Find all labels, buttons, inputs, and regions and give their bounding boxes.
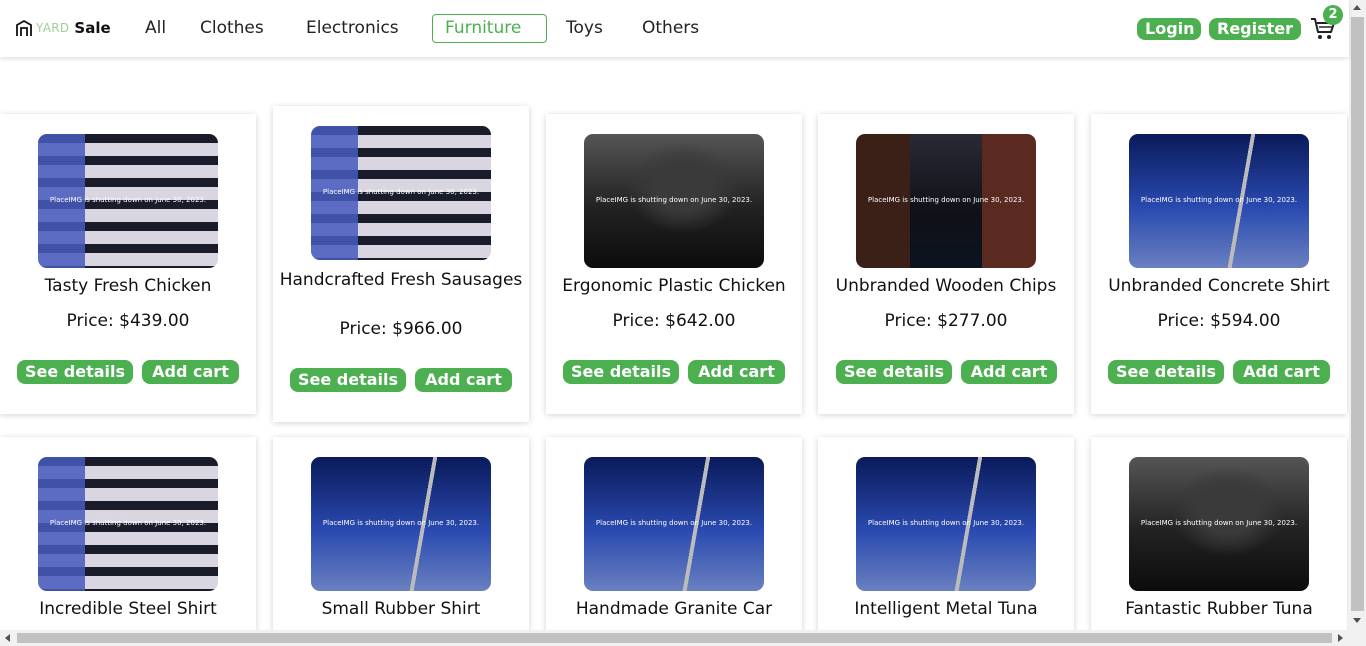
add-cart-button[interactable]: Add cart (142, 360, 239, 384)
brand-logo[interactable]: YARD Sale (15, 17, 111, 39)
image-caption: PlaceIMG is shutting down on June 30, 20… (322, 519, 480, 527)
product-title: Unbranded Concrete Shirt (1108, 276, 1330, 296)
image-caption: PlaceIMG is shutting down on June 30, 20… (1140, 519, 1298, 527)
product-title: Fantastic Rubber Tuna (1125, 599, 1313, 619)
product-card: PlaceIMG is shutting down on June 30, 20… (1091, 437, 1347, 646)
image-caption: PlaceIMG is shutting down on June 30, 20… (595, 519, 753, 527)
top-navbar: YARD Sale All Clothes Electronics Furnit… (0, 0, 1349, 57)
image-caption: PlaceIMG is shutting down on June 30, 20… (49, 196, 207, 204)
register-button[interactable]: Register (1209, 18, 1301, 40)
category-furniture[interactable]: Furniture (432, 14, 547, 43)
cart-count-badge: 2 (1323, 5, 1343, 25)
product-image[interactable]: PlaceIMG is shutting down on June 30, 20… (1129, 134, 1309, 268)
category-clothes[interactable]: Clothes (188, 14, 276, 43)
product-title: Small Rubber Shirt (321, 599, 481, 619)
add-cart-button[interactable]: Add cart (688, 360, 785, 384)
see-details-button[interactable]: See details (563, 360, 679, 384)
category-all[interactable]: All (133, 14, 178, 43)
see-details-button[interactable]: See details (1108, 360, 1224, 384)
category-others[interactable]: Others (630, 14, 711, 43)
product-image[interactable]: PlaceIMG is shutting down on June 30, 20… (311, 457, 491, 591)
add-cart-button[interactable]: Add cart (415, 368, 512, 392)
vertical-scroll-thumb[interactable] (1351, 17, 1364, 611)
image-caption: PlaceIMG is shutting down on June 30, 20… (49, 519, 207, 527)
product-card: PlaceIMG is shutting down on June 30, 20… (273, 106, 529, 422)
product-title: Ergonomic Plastic Chicken (562, 276, 786, 296)
product-price: Price: $966.00 (339, 319, 463, 339)
product-card: PlaceIMG is shutting down on June 30, 20… (546, 437, 802, 646)
horizontal-scroll-thumb[interactable] (17, 633, 1332, 643)
product-card: PlaceIMG is shutting down on June 30, 20… (273, 437, 529, 646)
scroll-left-arrow-icon[interactable] (5, 634, 10, 642)
product-card: PlaceIMG is shutting down on June 30, 20… (546, 114, 802, 414)
see-details-button[interactable]: See details (290, 368, 406, 392)
product-image[interactable]: PlaceIMG is shutting down on June 30, 20… (584, 457, 764, 591)
product-price: Price: $439.00 (66, 311, 190, 331)
horizontal-scrollbar[interactable] (0, 630, 1349, 646)
product-image[interactable]: PlaceIMG is shutting down on June 30, 20… (311, 126, 491, 260)
product-price: Price: $594.00 (1157, 311, 1281, 331)
category-electronics[interactable]: Electronics (294, 14, 411, 43)
product-price: Price: $642.00 (612, 311, 736, 331)
product-image[interactable]: PlaceIMG is shutting down on June 30, 20… (38, 457, 218, 591)
category-toys[interactable]: Toys (554, 14, 615, 43)
add-cart-button[interactable]: Add cart (961, 360, 1057, 384)
image-caption: PlaceIMG is shutting down on June 30, 20… (867, 519, 1025, 527)
product-image[interactable]: PlaceIMG is shutting down on June 30, 20… (1129, 457, 1309, 591)
house-icon (16, 19, 32, 36)
product-card: PlaceIMG is shutting down on June 30, 20… (1091, 114, 1347, 414)
brand-yard-text: YARD (36, 21, 70, 35)
product-card: PlaceIMG is shutting down on June 30, 20… (0, 114, 256, 414)
login-button[interactable]: Login (1137, 18, 1201, 40)
product-price: Price: $277.00 (884, 311, 1008, 331)
product-image[interactable]: PlaceIMG is shutting down on June 30, 20… (856, 457, 1036, 591)
product-card: PlaceIMG is shutting down on June 30, 20… (818, 114, 1074, 414)
scroll-down-arrow-icon[interactable] (1353, 618, 1361, 623)
image-caption: PlaceIMG is shutting down on June 30, 20… (595, 196, 753, 204)
image-caption: PlaceIMG is shutting down on June 30, 20… (867, 196, 1025, 204)
scroll-up-arrow-icon[interactable] (1353, 5, 1361, 10)
product-card: PlaceIMG is shutting down on June 30, 20… (818, 437, 1074, 646)
add-cart-button[interactable]: Add cart (1233, 360, 1330, 384)
product-card: PlaceIMG is shutting down on June 30, 20… (0, 437, 256, 646)
product-image[interactable]: PlaceIMG is shutting down on June 30, 20… (584, 134, 764, 268)
product-title: Handmade Granite Car (575, 599, 773, 619)
brand-sale-text: Sale (74, 19, 111, 37)
see-details-button[interactable]: See details (17, 360, 133, 384)
image-caption: PlaceIMG is shutting down on June 30, 20… (1140, 196, 1298, 204)
scroll-right-arrow-icon[interactable] (1338, 634, 1343, 642)
product-image[interactable]: PlaceIMG is shutting down on June 30, 20… (856, 134, 1036, 268)
product-title: Unbranded Wooden Chips (835, 276, 1057, 296)
see-details-button[interactable]: See details (836, 360, 952, 384)
product-title: Incredible Steel Shirt (39, 599, 217, 619)
product-title: Intelligent Metal Tuna (854, 599, 1038, 619)
image-caption: PlaceIMG is shutting down on June 30, 20… (322, 188, 480, 196)
product-title: Handcrafted Fresh Sausages (279, 270, 523, 290)
product-title: Tasty Fresh Chicken (44, 276, 212, 296)
vertical-scrollbar[interactable] (1349, 0, 1366, 646)
product-image[interactable]: PlaceIMG is shutting down on June 30, 20… (38, 134, 218, 268)
